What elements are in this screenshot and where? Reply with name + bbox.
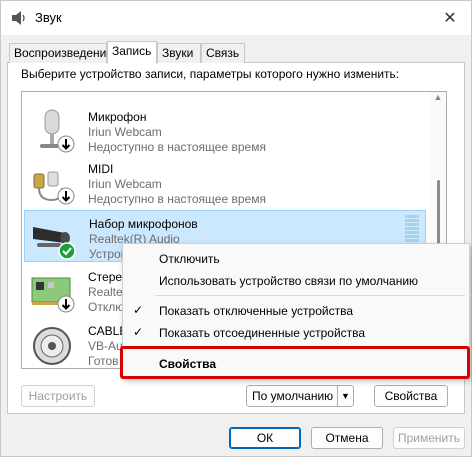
speaker-icon [33, 327, 71, 365]
set-default-label: По умолчанию [252, 389, 334, 403]
apply-button[interactable]: Применить [393, 427, 465, 449]
menu-item-label: Показать отключенные устройства [159, 304, 354, 318]
highlight-annotation [120, 346, 470, 379]
device-status: Отклю [88, 300, 125, 314]
menu-item-label: Использовать устройство связи по умолчан… [159, 274, 419, 288]
close-icon: ✕ [443, 10, 457, 27]
instruction-text: Выберите устройство записи, параметры ко… [21, 67, 400, 81]
properties-button[interactable]: Свойства [374, 385, 448, 407]
device-status: Готов [88, 354, 119, 368]
speaker-icon [12, 11, 25, 25]
tab-sounds[interactable]: Звуки [157, 43, 201, 63]
device-status: Недоступно в настоящее время [88, 192, 266, 206]
device-driver: Iriun Webcam [88, 125, 162, 139]
tab-playback[interactable]: Воспроизведение [9, 43, 113, 63]
chevron-down-icon[interactable]: ▼ [337, 386, 353, 406]
scroll-up-icon[interactable]: ▲ [430, 92, 446, 106]
device-driver: Iriun Webcam [88, 177, 162, 191]
close-button[interactable]: ✕ [439, 7, 461, 29]
checkmark-icon: ✓ [133, 303, 144, 317]
menu-item-label: Показать отсоединенные устройства [159, 326, 366, 340]
set-default-button[interactable]: По умолчанию ▼ [246, 385, 354, 407]
midi-cable-icon [33, 171, 75, 205]
microphone-array-icon [33, 227, 76, 260]
device-driver: Realte [88, 285, 123, 299]
device-driver: VB-Au [88, 339, 123, 353]
checkmark-icon: ✓ [133, 325, 144, 339]
device-status: Недоступно в настоящее время [88, 140, 266, 154]
microphone-icon [40, 109, 75, 153]
tab-communications[interactable]: Связь [201, 43, 245, 63]
title-bar: Звук ✕ [1, 1, 471, 35]
device-name: MIDI [88, 162, 114, 176]
menu-item-show-disconnected[interactable]: ✓ Показать отсоединенные устройства [123, 322, 469, 344]
sound-dialog: Звук ✕ Воспроизведение Запись Звуки Связ… [0, 0, 472, 457]
sound-card-icon [31, 277, 75, 313]
device-name: Набор микрофонов [89, 217, 198, 231]
list-item-microphone[interactable]: Микрофон Iriun Webcam Недоступно в насто… [24, 104, 426, 156]
cancel-button[interactable]: Отмена [311, 427, 383, 449]
ok-button[interactable]: ОК [229, 427, 301, 449]
device-name: Микрофон [88, 110, 147, 124]
menu-item-show-disabled[interactable]: ✓ Показать отключенные устройства [123, 300, 469, 322]
menu-item-default-comm[interactable]: Использовать устройство связи по умолчан… [123, 270, 469, 292]
menu-item-disable[interactable]: Отключить [123, 248, 469, 270]
menu-separator [155, 295, 465, 296]
tab-recording[interactable]: Запись [107, 41, 157, 64]
menu-item-label: Отключить [159, 252, 220, 266]
configure-button[interactable]: Настроить [21, 385, 95, 407]
window-title: Звук [35, 10, 62, 25]
list-item-midi[interactable]: MIDI Iriun Webcam Недоступно в настоящее… [24, 156, 426, 208]
